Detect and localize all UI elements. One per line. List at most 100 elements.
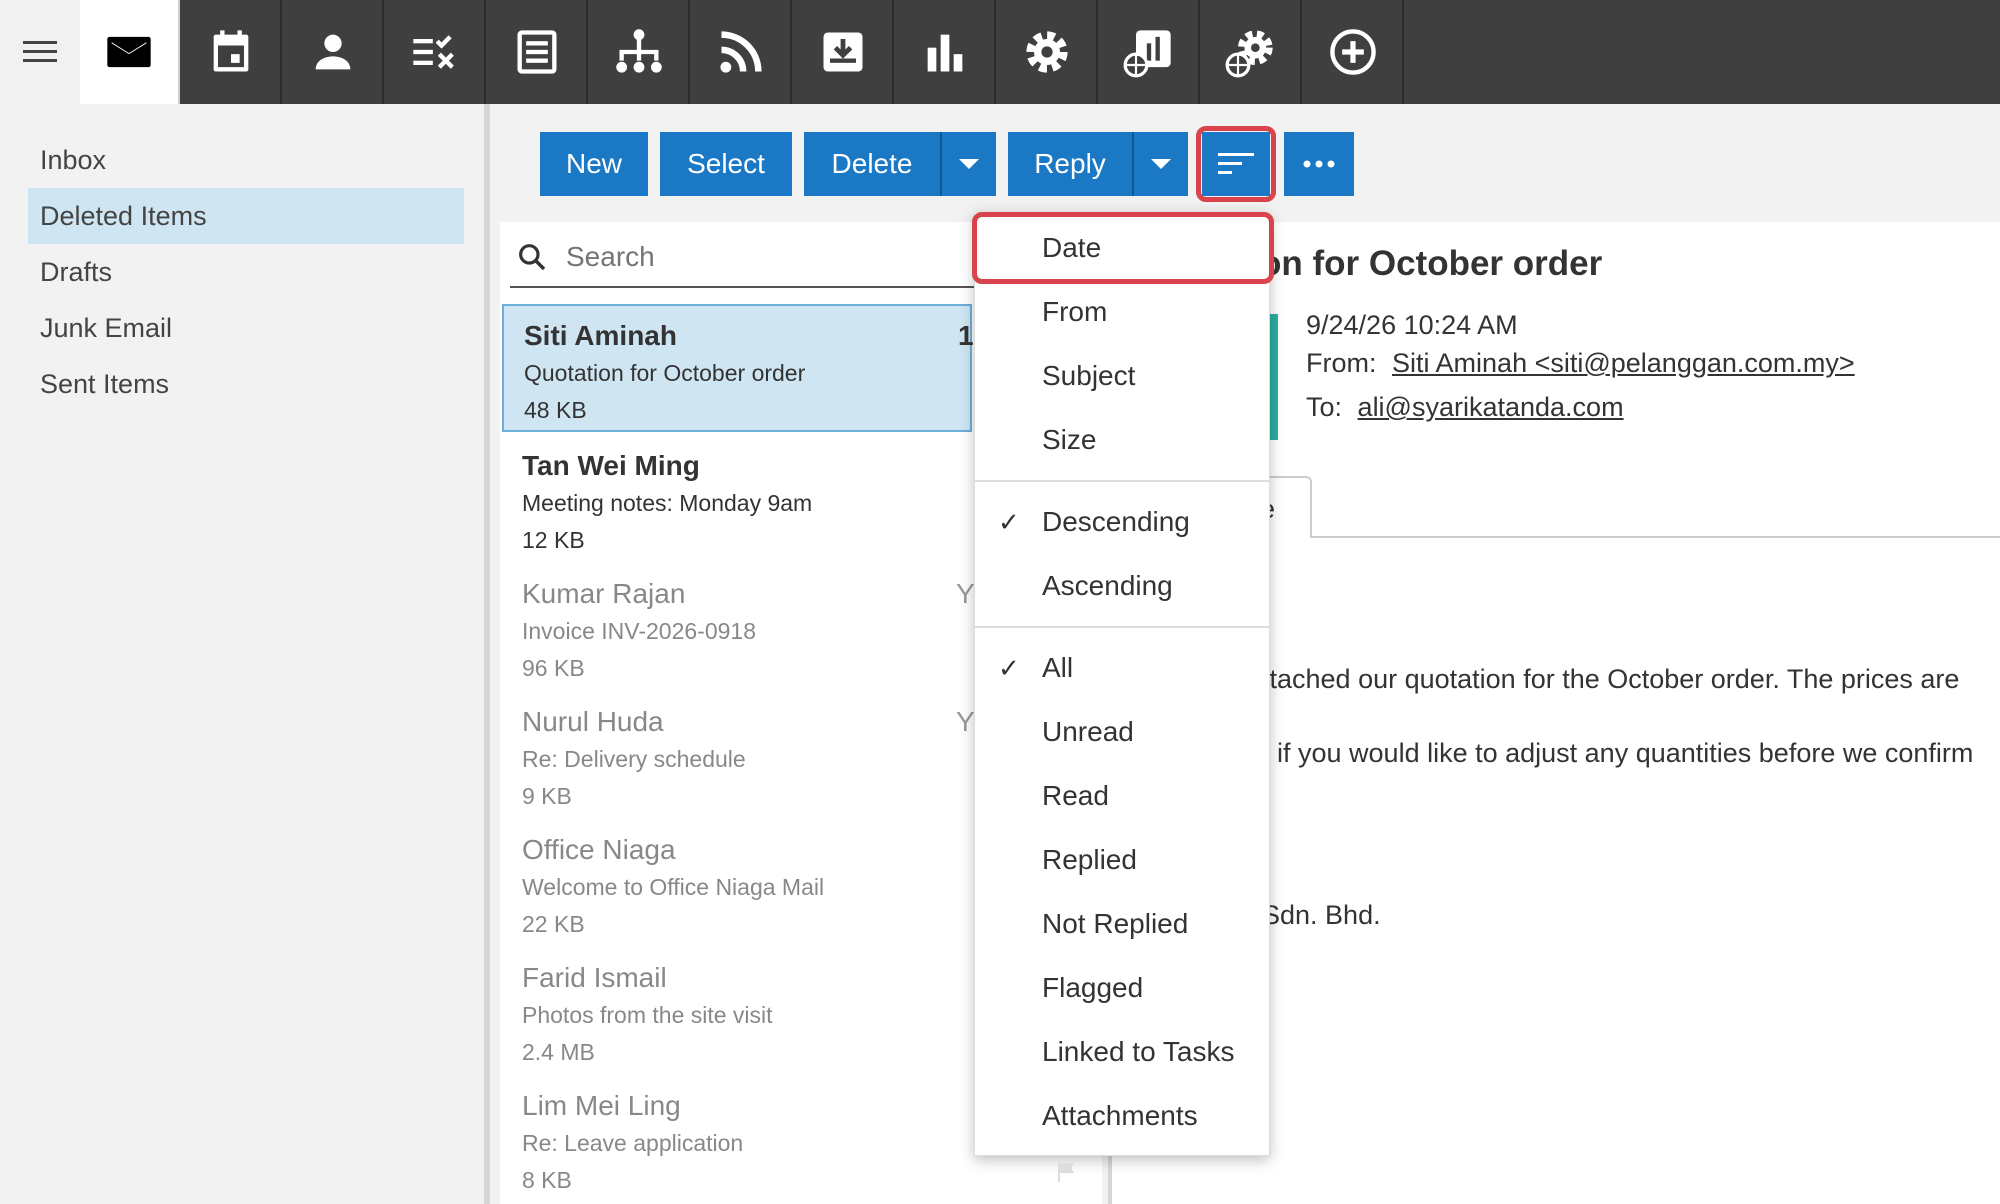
folder-label: Sent Items (40, 368, 170, 399)
message-subject: Welcome to Office Niaga Mail (522, 874, 825, 900)
notes-icon (517, 30, 557, 74)
tasks-icon (413, 35, 454, 69)
add-app-button[interactable] (1304, 0, 1404, 104)
rss-icon (720, 31, 762, 73)
to-link[interactable]: ali@syarikatanda.com (1358, 392, 1624, 422)
message-row-siti-aminah[interactable]: Siti Aminah Quotation for October order … (502, 304, 974, 432)
message-size: 12 KB (522, 527, 585, 553)
message-row-nurul-huda[interactable]: Nurul Huda Re: Delivery schedule 9 KB Y (502, 692, 975, 820)
message-row-office-niaga[interactable]: Office Niaga Welcome to Office Niaga Mai… (502, 820, 972, 948)
app-switcher-bar (0, 0, 2000, 104)
folder-drafts[interactable]: Drafts (28, 244, 464, 300)
search-input[interactable] (566, 241, 966, 273)
reply-dropdown-button[interactable] (1132, 132, 1188, 196)
menu-item-label: Replied (1042, 844, 1137, 875)
filter-all[interactable]: ✓ All (974, 638, 1270, 698)
message-from-header: From: Siti Aminah <siti@pelanggan.com.my… (1306, 348, 1855, 379)
message-from: Nurul Huda (522, 706, 664, 737)
body-line: Sdn. Bhd. (1262, 900, 1381, 930)
folder-sent-items[interactable]: Sent Items (28, 356, 464, 412)
delete-button[interactable]: Delete (804, 132, 940, 196)
reports-app-button[interactable] (896, 0, 996, 104)
message-subject: Re: Leave application (522, 1130, 744, 1156)
message-from: Siti Aminah (524, 320, 677, 351)
menu-separator (974, 626, 1270, 628)
select-button[interactable]: Select (660, 132, 792, 196)
message-date: Y (956, 706, 975, 737)
notes-app-button[interactable] (488, 0, 588, 104)
menu-item-label: Descending (1042, 506, 1190, 537)
message-size: 48 KB (524, 397, 587, 423)
filter-linked-to-tasks[interactable]: Linked to Tasks (974, 1022, 1270, 1082)
reports-icon (927, 34, 963, 72)
web-reports-app-button[interactable] (1100, 0, 1200, 104)
filter-flagged[interactable]: Flagged (974, 958, 1270, 1018)
search-icon (519, 244, 546, 271)
settings-icon (1026, 31, 1068, 73)
sort-button-highlight (1196, 126, 1276, 202)
sort-by-subject[interactable]: Subject (974, 346, 1270, 406)
menu-item-label: Not Replied (1042, 908, 1189, 939)
message-row-lim-mei-ling[interactable]: Lim Mei Ling Re: Leave application 8 KB (502, 1076, 972, 1204)
folder-junk-email[interactable]: Junk Email (28, 300, 464, 356)
web-settings-app-button[interactable] (1202, 0, 1302, 104)
filter-not-replied[interactable]: Not Replied (974, 894, 1270, 954)
more-actions-button[interactable] (1284, 132, 1354, 196)
calendar-app-button[interactable] (182, 0, 282, 104)
message-title: on for October order (1260, 244, 1603, 283)
menu-button[interactable] (0, 0, 80, 104)
menu-icon (23, 41, 57, 62)
rss-app-button[interactable] (692, 0, 792, 104)
menu-separator (974, 480, 1270, 482)
new-button[interactable]: New (540, 132, 648, 196)
filter-unread[interactable]: Unread (974, 702, 1270, 762)
check-icon: ✓ (998, 652, 1020, 683)
message-from: Kumar Rajan (522, 578, 686, 609)
reply-button[interactable]: Reply (1008, 132, 1132, 196)
order-descending[interactable]: ✓ Descending (974, 492, 1270, 552)
sort-by-from[interactable]: From (974, 282, 1270, 342)
tab-divider (1310, 536, 2000, 538)
menu-item-label: Ascending (1042, 570, 1173, 601)
message-subject: Quotation for October order (524, 360, 806, 386)
message-size: 96 KB (522, 655, 585, 681)
message-subject: Meeting notes: Monday 9am (522, 490, 813, 516)
filter-replied[interactable]: Replied (974, 830, 1270, 890)
from-link[interactable]: Siti Aminah <siti@pelanggan.com.my> (1392, 348, 1855, 378)
message-size: 22 KB (522, 911, 585, 937)
filter-attachments[interactable]: Attachments (974, 1086, 1270, 1146)
delete-dropdown-button[interactable] (940, 132, 996, 196)
filter-read[interactable]: Read (974, 766, 1270, 826)
to-label: To: (1306, 392, 1343, 422)
menu-item-label: Attachments (1042, 1100, 1198, 1131)
message-row-kumar-rajan[interactable]: Kumar Rajan Invoice INV-2026-0918 96 KB … (502, 564, 975, 692)
message-subject: Photos from the site visit (522, 1002, 773, 1028)
folder-label: Drafts (40, 256, 113, 287)
check-icon: ✓ (998, 506, 1020, 537)
message-from: Lim Mei Ling (522, 1090, 681, 1121)
message-size: 8 KB (522, 1167, 572, 1193)
calendar-icon (213, 30, 249, 72)
menu-item-label: Size (1042, 424, 1097, 455)
mail-app-button[interactable] (80, 0, 180, 104)
contacts-app-button[interactable] (284, 0, 384, 104)
tasks-app-button[interactable] (386, 0, 486, 104)
flag-icon[interactable] (1056, 1160, 1078, 1184)
message-size: 9 KB (522, 783, 572, 809)
folder-deleted-items[interactable]: Deleted Items (28, 188, 464, 244)
settings-app-button[interactable] (998, 0, 1098, 104)
message-row-farid-ismail[interactable]: Farid Ismail Photos from the site visit … (502, 948, 972, 1076)
message-row-tan-wei-ming[interactable]: Tan Wei Ming Meeting notes: Monday 9am 1… (502, 436, 972, 564)
menu-item-label: Flagged (1042, 972, 1144, 1003)
sort-by-size[interactable]: Size (974, 410, 1270, 470)
message-to-header: To: ali@syarikatanda.com (1306, 392, 1624, 423)
archive-app-button[interactable] (794, 0, 894, 104)
message-subject: Invoice INV-2026-0918 (522, 618, 756, 644)
folder-inbox[interactable]: Inbox (28, 132, 464, 188)
order-ascending[interactable]: Ascending (974, 556, 1270, 616)
org-chart-icon (616, 29, 662, 73)
message-date: Y (956, 578, 975, 609)
org-chart-app-button[interactable] (590, 0, 690, 104)
message-date: 1 (958, 320, 974, 351)
search-bar (510, 228, 1030, 288)
